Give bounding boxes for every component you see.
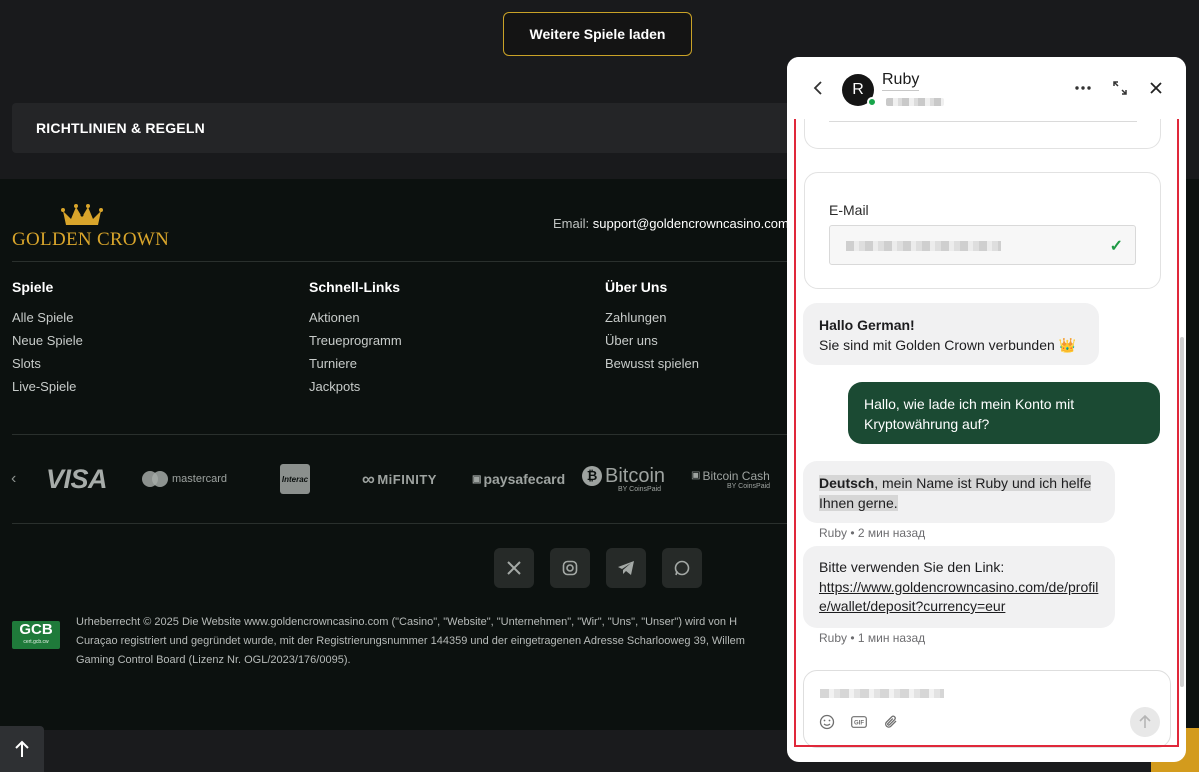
redacted-placeholder [820, 689, 944, 698]
bitcoin-cash-logo: ▣ Bitcoin Cash BY CoinsPaid [691, 468, 771, 490]
redacted-email [846, 241, 1001, 251]
bitcoin-cash-icon: ▣ [691, 470, 701, 481]
payment-carousel: ‹ VISA mastercard Interac ∞ MiFINITY ▣ pay… [0, 459, 800, 499]
visa-logo: VISA [46, 463, 108, 494]
footer-column-quick-links: Schnell-Links Aktionen Treueprogramm Tur… [309, 279, 402, 402]
agent-status [886, 98, 944, 106]
support-email: Email: support@goldencrowncasino.com [553, 216, 789, 231]
footer-link[interactable]: Aktionen [309, 310, 402, 325]
rules-title: RICHTLINIEN & REGELN [36, 120, 205, 136]
agent-message: Deutsch, mein Name ist Ruby und ich helf… [803, 461, 1115, 523]
legal-text: Urheberrecht © 2025 Die Website www.gold… [76, 616, 745, 666]
divider [12, 434, 802, 435]
back-icon[interactable] [807, 77, 829, 99]
gif-icon[interactable]: GIF [850, 713, 868, 731]
email-label: Email: [553, 216, 590, 231]
footer-link[interactable]: Treueprogramm [309, 333, 402, 348]
lock-icon: ▣ [472, 473, 482, 485]
paysafecard-logo: ▣ paysafecard [472, 471, 566, 487]
x-icon[interactable] [494, 548, 534, 588]
agent-name: Ruby [882, 71, 920, 91]
footer-link[interactable]: Über uns [605, 333, 699, 348]
attachment-icon[interactable] [882, 713, 900, 731]
column-title: Spiele [12, 279, 54, 295]
bitcoin-logo: ₿ Bitcoin BY CoinsPaid [582, 459, 665, 499]
column-title: Über Uns [605, 279, 668, 295]
interac-logo: Interac [280, 464, 310, 494]
scroll-to-top-button[interactable] [0, 726, 44, 772]
bitcoin-icon: ₿ [582, 465, 602, 486]
footer-link[interactable]: Neue Spiele [12, 333, 83, 348]
arrow-up-icon [15, 740, 29, 757]
mifinity-logo: ∞ MiFINITY [362, 468, 437, 489]
deposit-link[interactable]: https://www.goldencrowncasino.com/de/pro… [819, 578, 1099, 617]
load-more-button[interactable]: Weitere Spiele laden [503, 12, 692, 56]
mastercard-icon [142, 471, 168, 487]
telegram-icon[interactable] [606, 548, 646, 588]
infinity-icon: ∞ [362, 468, 376, 489]
agent-message: Bitte verwenden Sie den Link: https://ww… [803, 546, 1115, 628]
send-button[interactable] [1130, 707, 1160, 737]
divider [12, 261, 802, 262]
more-options-icon[interactable] [1072, 77, 1094, 99]
check-icon: ✓ [1109, 238, 1123, 255]
bot-message: Hallo German! Sie sind mit Golden Crown … [803, 303, 1099, 365]
support-chat-widget: R Ruby E-Mail ✓ Hallo German! Sie sind m… [787, 57, 1186, 762]
chevron-left-icon[interactable]: ‹ [11, 470, 16, 488]
email-field[interactable]: ✓ [829, 225, 1136, 265]
svg-text:GIF: GIF [854, 721, 864, 727]
gcb-license-badge[interactable]: GCB cert.gcb.cw [12, 621, 60, 649]
message-meta: Ruby • 1 мин назад [819, 631, 926, 645]
email-form-card: E-Mail ✓ [804, 172, 1161, 289]
user-message: Hallo, wie lade ich mein Konto mit Krypt… [848, 382, 1160, 444]
rules-accordion[interactable]: RICHTLINIEN & REGELN [12, 103, 812, 153]
brand-name: GOLDEN CROWN [12, 229, 170, 250]
instagram-icon[interactable] [550, 548, 590, 588]
emoji-icon[interactable] [818, 713, 836, 731]
footer-link[interactable]: Bewusst spielen [605, 356, 699, 371]
footer-link[interactable]: Turniere [309, 356, 402, 371]
online-status-dot [867, 97, 877, 107]
mastercard-logo: mastercard [142, 459, 227, 499]
footer-column-games: Spiele Alle Spiele Neue Spiele Slots Liv… [12, 279, 83, 402]
footer-column-about: Über Uns Zahlungen Über uns Bewusst spie… [605, 279, 699, 379]
message-composer[interactable]: GIF [803, 670, 1171, 748]
email-link[interactable]: support@goldencrowncasino.com [593, 216, 789, 231]
chat-scrollbar[interactable] [1180, 337, 1184, 687]
footer-link[interactable]: Zahlungen [605, 310, 699, 325]
message-meta: Ruby • 2 мин назад [819, 526, 926, 540]
footer-link[interactable]: Jackpots [309, 379, 402, 394]
column-title: Schnell-Links [309, 279, 401, 295]
expand-icon[interactable] [1109, 77, 1131, 99]
golden-crown-logo[interactable]: GOLDEN CROWN [12, 203, 169, 250]
whatsapp-icon[interactable] [662, 548, 702, 588]
divider [12, 523, 802, 524]
footer-link[interactable]: Live-Spiele [12, 379, 83, 394]
close-icon[interactable] [1145, 77, 1167, 99]
footer-link[interactable]: Alle Spiele [12, 310, 83, 325]
arrow-up-icon [1139, 715, 1151, 728]
footer-link[interactable]: Slots [12, 356, 83, 371]
crown-icon [61, 204, 103, 225]
email-field-label: E-Mail [829, 202, 869, 218]
chat-header: R Ruby [787, 57, 1186, 119]
